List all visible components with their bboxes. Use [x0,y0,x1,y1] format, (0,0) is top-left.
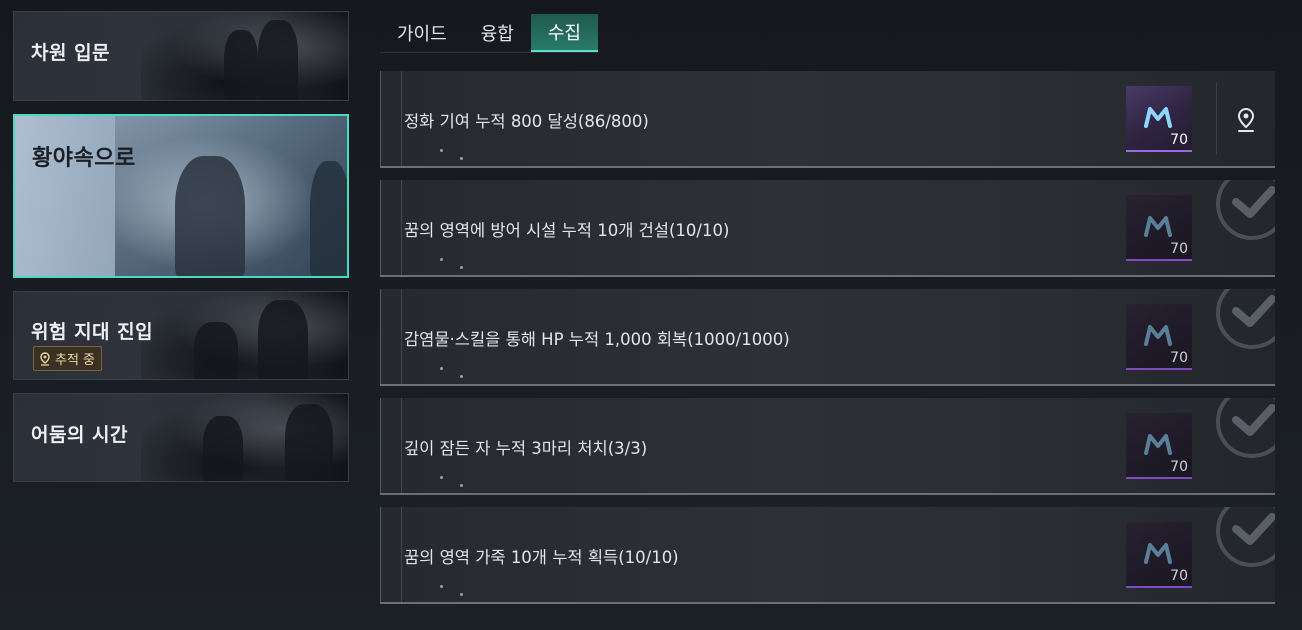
chapter-card-1[interactable]: 차원 입문 [13,11,349,101]
row-decoration [401,398,402,493]
quest-text: 정화 기여 누적 800 달성(86/800) [404,112,649,131]
row-decoration [440,585,443,588]
chapter-card-4[interactable]: 어둠의 시간 [13,393,349,482]
row-decoration [401,180,402,275]
row-decoration [460,593,463,596]
quest-list: 정화 기여 누적 800 달성(86/800) 70 꿈의 영역에 방어 시설 … [380,71,1275,616]
checkmark-icon [1216,180,1275,240]
tab-guide[interactable]: 가이드 [380,14,464,52]
tab-bar: 가이드 융합 수집 [380,14,598,53]
quest-row[interactable]: 깊이 잠든 자 누적 3마리 처치(3/3) 70 [380,398,1275,495]
soldier-silhouette [194,322,238,379]
row-decoration [440,476,443,479]
reward-quantity: 70 [1170,350,1188,366]
reward-quantity: 70 [1170,132,1188,148]
tab-fusion[interactable]: 융합 [464,14,531,52]
soldier-silhouette [258,300,308,379]
soldier-silhouette [175,156,245,276]
reward-item[interactable]: 70 [1126,522,1192,588]
tracking-label: 추적 중 [55,353,96,368]
tab-collect[interactable]: 수집 [530,14,598,52]
reward-quantity: 70 [1170,568,1188,584]
row-decoration [401,71,402,166]
quest-row[interactable]: 꿈의 영역에 방어 시설 누적 10개 건설(10/10) 70 [380,180,1275,277]
reward-item[interactable]: 70 [1126,304,1192,370]
chapter-title: 위험 지대 진입 [31,321,154,343]
quest-text: 감염물·스킬을 통해 HP 누적 1,000 회복(1000/1000) [404,330,790,349]
reward-quantity: 70 [1170,241,1188,257]
row-decoration [401,289,402,384]
chapter-title: 황야속으로 [32,146,136,171]
crystal-currency-icon [1144,325,1172,346]
chapter-art [140,292,348,379]
map-pin-icon [40,351,50,366]
quest-text: 꿈의 영역 가죽 10개 누적 획득(10/10) [404,548,679,567]
row-decoration [460,157,463,160]
crystal-currency-icon [1144,216,1172,237]
chapter-title: 차원 입문 [31,42,111,64]
soldier-silhouette [285,404,333,481]
row-decoration [401,507,402,602]
crystal-currency-icon [1144,543,1172,564]
chapter-card-3[interactable]: 위험 지대 진입 추적 중 [13,291,349,380]
row-decoration [460,266,463,269]
tracking-badge: 추적 중 [33,346,103,371]
row-decoration [440,149,443,152]
row-decoration [440,367,443,370]
crystal-currency-icon [1144,107,1172,128]
soldier-silhouette [310,161,347,276]
row-decoration [440,258,443,261]
soldier-silhouette [258,20,298,100]
chapter-card-2-selected[interactable]: 황야속으로 [13,114,349,278]
reward-item[interactable]: 70 [1126,413,1192,479]
divider [1216,83,1217,155]
quest-text: 꿈의 영역에 방어 시설 누적 10개 건설(10/10) [404,221,730,240]
quest-row[interactable]: 정화 기여 누적 800 달성(86/800) 70 [380,71,1275,168]
checkmark-icon [1216,507,1275,567]
quest-row[interactable]: 감염물·스킬을 통해 HP 누적 1,000 회복(1000/1000) 70 [380,289,1275,386]
chapter-title: 어둠의 시간 [31,424,129,446]
chapter-list: 차원 입문 황야속으로 위험 지대 진입 추적 중 어둠의 시간 [13,11,349,482]
checkmark-icon [1216,398,1275,458]
row-decoration [460,484,463,487]
reward-quantity: 70 [1170,459,1188,475]
row-decoration [460,375,463,378]
map-pin-icon[interactable] [1236,107,1256,133]
quest-text: 깊이 잠든 자 누적 3마리 처치(3/3) [404,439,648,458]
reward-item[interactable]: 70 [1126,195,1192,261]
crystal-currency-icon [1144,434,1172,455]
soldier-silhouette [224,30,258,100]
checkmark-icon [1216,289,1275,349]
soldier-silhouette [203,416,243,481]
quest-row[interactable]: 꿈의 영역 가죽 10개 누적 획득(10/10) 70 [380,507,1275,604]
reward-item[interactable]: 70 [1126,86,1192,152]
